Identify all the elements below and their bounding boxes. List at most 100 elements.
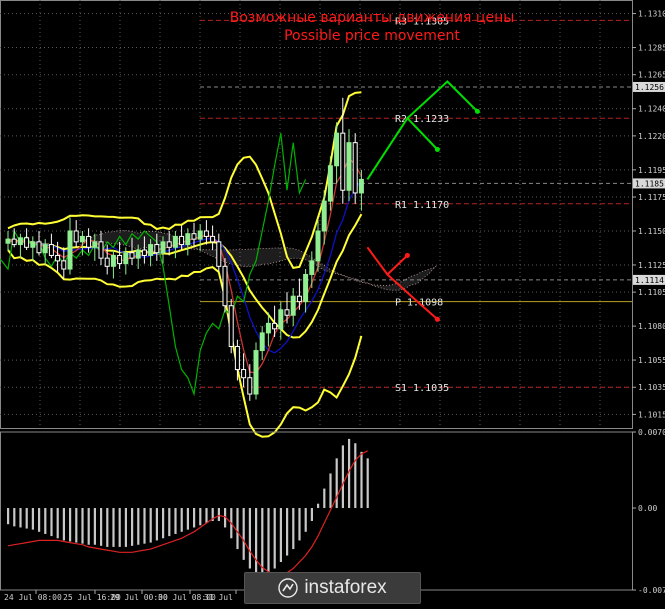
macd-tick-label: 0.00704: [638, 428, 665, 437]
candle: [6, 231, 10, 251]
candle-body: [49, 245, 53, 256]
cloud-area: [82, 230, 435, 290]
candle-body: [31, 242, 35, 247]
candle-body: [62, 261, 66, 269]
candle: [31, 236, 35, 260]
candle-body: [37, 242, 41, 253]
macd-bar: [44, 508, 46, 534]
candle-body: [260, 333, 264, 351]
candle: [25, 228, 29, 250]
candle-body: [192, 234, 196, 239]
y-tick-label: 1.1310: [638, 10, 665, 19]
y-tick-label: 1.1240: [638, 105, 665, 114]
macd-tick-label: -0.00759: [638, 586, 665, 595]
macd-bar: [274, 508, 276, 568]
macd-bar: [205, 508, 207, 523]
candle-body: [74, 231, 78, 242]
candle-body: [297, 296, 301, 301]
candle-body: [347, 143, 351, 191]
y-tick-label: 1.1220: [638, 132, 665, 141]
macd-bar: [218, 508, 220, 521]
macd-bar: [292, 508, 294, 549]
macd-bar: [311, 508, 313, 521]
candle-body: [242, 370, 246, 378]
price-chart: R3 1.1305R2 1.1233R1 1.1170P 1.1098S1 1.…: [0, 0, 665, 605]
candle-body: [173, 236, 177, 247]
macd-bar: [280, 508, 282, 562]
candle: [347, 129, 351, 201]
candle: [18, 234, 22, 258]
candle: [217, 234, 221, 272]
chart-window: R3 1.1305R2 1.1233R1 1.1170P 1.1098S1 1.…: [0, 0, 665, 605]
candle-body: [80, 236, 84, 241]
candle-body: [223, 266, 227, 305]
candle: [223, 258, 227, 312]
macd-bar: [255, 508, 257, 575]
candle: [173, 231, 177, 258]
candle: [37, 231, 41, 255]
macd-bar: [125, 508, 127, 547]
forecast-arrowhead: [475, 109, 480, 114]
forecast-path: [367, 118, 437, 179]
level-label-r1: R1 1.1170: [395, 200, 449, 211]
macd-bar: [26, 508, 28, 529]
x-tick-label: 24 Jul 08:00: [4, 593, 62, 602]
forecast-arrowhead: [435, 317, 440, 322]
macd-bar: [57, 508, 59, 538]
candle-body: [142, 250, 146, 255]
macd-bar: [174, 508, 176, 534]
time-axis: 24 Jul 08:0025 Jul 16:0029 Jul 00:0030 J…: [4, 590, 236, 602]
macd-bar: [88, 508, 90, 545]
x-tick-label: 31 Jul: [204, 593, 233, 602]
macd-bar: [193, 508, 195, 527]
y-tick-label: 1.1265: [638, 71, 665, 80]
candle-body: [279, 310, 283, 329]
candle: [279, 302, 283, 340]
candle-body: [310, 261, 314, 275]
candle-body: [124, 253, 128, 264]
macd-bar: [261, 508, 263, 575]
candle-body: [204, 231, 208, 236]
candle-body: [229, 306, 233, 347]
macd-bar: [69, 508, 71, 541]
macd-bar: [317, 504, 319, 508]
pivot-levels: R3 1.1305R2 1.1233R1 1.1170P 1.1098S1 1.…: [200, 16, 632, 394]
y-tick-label: 1.1175: [638, 193, 665, 202]
macd-bar: [32, 508, 34, 530]
macd-bar: [106, 508, 108, 547]
candle-body: [105, 258, 109, 266]
candle-body: [266, 323, 270, 333]
macd-bar: [63, 508, 65, 540]
candle: [254, 342, 258, 399]
candle-body: [118, 255, 122, 263]
candle-body: [217, 242, 221, 266]
forecast-path: [367, 247, 407, 274]
macd-bar: [112, 508, 114, 547]
macd-bar: [342, 445, 344, 508]
candle-body: [68, 231, 72, 269]
macd-bar: [119, 508, 121, 547]
candle-body: [155, 245, 159, 253]
candle: [291, 288, 295, 326]
y-tick-label: 1.1195: [638, 166, 665, 175]
y-tick-label: 1.1125: [638, 261, 665, 270]
forecast-arrowhead: [405, 253, 410, 258]
candle-body: [25, 238, 29, 248]
y-tick-label: 1.1150: [638, 227, 665, 236]
macd-bar: [354, 443, 356, 508]
macd-bar: [50, 508, 52, 536]
candle-body: [43, 245, 47, 253]
candle-body: [18, 238, 22, 245]
candle-body: [149, 245, 153, 256]
macd-bar: [236, 508, 238, 549]
bollinger-lower: [8, 250, 361, 437]
candle: [304, 269, 308, 312]
macd-bar: [156, 508, 158, 540]
candle-body: [235, 346, 239, 369]
macd-bar: [249, 508, 251, 568]
macd-bar: [7, 508, 9, 524]
candle-body: [93, 242, 97, 247]
candle: [74, 220, 78, 247]
candle-body: [341, 133, 345, 190]
macd-bar: [187, 508, 189, 530]
